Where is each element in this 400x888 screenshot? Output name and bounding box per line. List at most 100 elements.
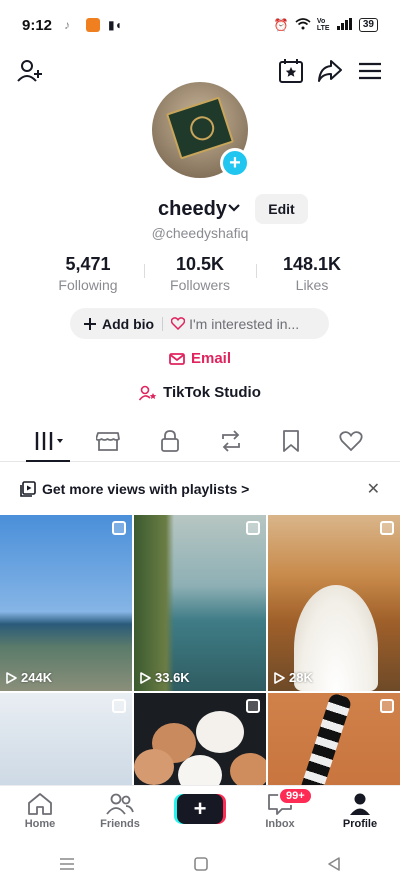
thumbnail-egg bbox=[196, 711, 244, 753]
app-notification-icon bbox=[86, 18, 101, 32]
volte-icon: Vo LTE bbox=[316, 18, 330, 32]
home-square-icon[interactable] bbox=[193, 856, 209, 877]
stat-label: Followers bbox=[170, 277, 230, 293]
system-navigation-bar bbox=[0, 844, 400, 888]
add-bio-button[interactable]: Add bio bbox=[84, 316, 154, 332]
tiktok-notification-icon: ♪ bbox=[64, 18, 71, 32]
stat-followers[interactable]: 10.5K Followers bbox=[145, 254, 255, 293]
share-button[interactable] bbox=[314, 55, 346, 87]
stat-label: Following bbox=[58, 277, 118, 293]
inbox-badge: 99+ bbox=[278, 787, 313, 805]
nav-home[interactable]: Home bbox=[0, 792, 80, 830]
repost-icon bbox=[222, 430, 240, 452]
thumbnail-tail bbox=[297, 693, 353, 785]
active-tab-indicator bbox=[26, 460, 70, 462]
nav-profile[interactable]: Profile bbox=[320, 792, 400, 830]
recent-apps-icon[interactable] bbox=[58, 857, 76, 876]
content-tabs bbox=[0, 420, 400, 462]
multi-photo-icon bbox=[380, 521, 394, 535]
tiktok-studio-link[interactable]: TikTok Studio bbox=[0, 384, 400, 401]
bookmark-icon bbox=[283, 430, 299, 452]
tab-reposts[interactable] bbox=[211, 426, 251, 456]
studio-label: TikTok Studio bbox=[163, 384, 261, 401]
thumbnail-egg bbox=[230, 753, 266, 785]
tab-shop[interactable] bbox=[88, 426, 128, 456]
tab-liked[interactable] bbox=[331, 426, 371, 456]
bio-pill: Add bio I'm interested in... bbox=[70, 308, 329, 339]
multi-photo-icon bbox=[246, 699, 260, 713]
view-count-value: 244K bbox=[21, 670, 53, 685]
view-count-value: 28K bbox=[289, 670, 313, 685]
add-friend-button[interactable] bbox=[14, 55, 46, 87]
multi-photo-icon bbox=[112, 521, 126, 535]
hamburger-menu-icon bbox=[359, 62, 381, 80]
bio-divider bbox=[162, 316, 164, 331]
stat-value: 10.5K bbox=[175, 254, 225, 274]
friends-icon bbox=[106, 793, 134, 815]
multi-photo-icon bbox=[380, 699, 394, 713]
stat-value: 148.1K bbox=[282, 254, 342, 274]
heart-outline-icon bbox=[339, 431, 363, 452]
playlist-promo-banner[interactable]: Get more views with playlists > ✕ bbox=[0, 470, 400, 508]
email-label: Email bbox=[190, 350, 232, 367]
video-thumbnail[interactable]: 28K bbox=[268, 515, 400, 691]
video-thumbnail[interactable]: 244K bbox=[0, 515, 132, 691]
tab-favorites[interactable] bbox=[271, 426, 311, 456]
create-button[interactable]: + bbox=[177, 794, 223, 824]
tab-private[interactable] bbox=[150, 426, 190, 456]
stat-following[interactable]: 5,471 Following bbox=[33, 254, 143, 293]
interests-label: I'm interested in... bbox=[189, 315, 300, 332]
profile-stats: 5,471 Following 10.5K Followers 148.1K L… bbox=[0, 254, 400, 294]
close-icon[interactable]: ✕ bbox=[367, 479, 380, 499]
profile-filled-icon bbox=[350, 793, 370, 815]
view-count: 244K bbox=[6, 670, 52, 685]
chevron-down-icon[interactable] bbox=[226, 200, 242, 221]
multi-photo-icon bbox=[112, 699, 126, 713]
avatar-image-book bbox=[165, 96, 235, 160]
status-system-icons: ⏰ Vo LTE 39 bbox=[273, 17, 378, 33]
shop-icon bbox=[96, 432, 120, 451]
calendar-button[interactable] bbox=[275, 55, 307, 87]
multi-photo-icon bbox=[246, 521, 260, 535]
signal-icon bbox=[336, 17, 353, 33]
home-icon bbox=[28, 793, 52, 815]
stat-value: 5,471 bbox=[65, 254, 111, 274]
menu-button[interactable] bbox=[354, 55, 386, 87]
wifi-icon bbox=[295, 17, 311, 33]
grid-videos-icon bbox=[35, 432, 63, 450]
view-count: 28K bbox=[274, 670, 313, 685]
battery-icon: 39 bbox=[358, 18, 378, 32]
video-thumbnail[interactable]: 33.6K bbox=[134, 515, 266, 691]
status-time: 9:12 bbox=[22, 16, 53, 34]
bottom-navigation: Home Friends + Inbox 99+ Profile bbox=[0, 785, 400, 841]
calendar-star-icon bbox=[279, 59, 303, 83]
add-avatar-plus-icon[interactable]: + bbox=[220, 148, 250, 178]
edit-profile-button[interactable]: Edit bbox=[255, 194, 308, 224]
back-triangle-icon[interactable] bbox=[326, 856, 342, 877]
status-bar: 9:12 ♪ ▮◖ ⏰ Vo LTE 39 bbox=[0, 0, 400, 50]
alarm-icon: ⏰ bbox=[273, 18, 289, 32]
view-count-value: 33.6K bbox=[155, 670, 190, 685]
stat-likes[interactable]: 148.1K Likes bbox=[257, 254, 367, 293]
video-thumbnail[interactable] bbox=[134, 693, 266, 785]
email-link[interactable]: Email bbox=[0, 350, 400, 367]
add-bio-label: Add bio bbox=[102, 315, 155, 332]
mail-icon bbox=[169, 352, 185, 365]
nav-home-label: Home bbox=[24, 818, 56, 830]
profile-avatar-container[interactable]: + bbox=[152, 82, 250, 178]
stat-label: Likes bbox=[295, 277, 329, 293]
interests-button[interactable]: I'm interested in... bbox=[171, 316, 299, 332]
video-grid: 244K 33.6K 28K bbox=[0, 515, 400, 785]
video-thumbnail[interactable] bbox=[268, 693, 400, 785]
username[interactable]: cheedy bbox=[158, 198, 227, 221]
heart-outline-icon bbox=[171, 317, 186, 330]
add-user-icon bbox=[17, 60, 42, 82]
nav-inbox[interactable]: Inbox 99+ bbox=[240, 787, 320, 830]
view-count: 33.6K bbox=[140, 670, 190, 685]
thumbnail-egg bbox=[134, 749, 174, 785]
nav-friends[interactable]: Friends bbox=[80, 792, 160, 830]
video-thumbnail[interactable] bbox=[0, 693, 132, 785]
play-outline-icon bbox=[6, 671, 17, 684]
creator-star-icon bbox=[139, 385, 157, 401]
tab-videos[interactable] bbox=[28, 426, 72, 456]
